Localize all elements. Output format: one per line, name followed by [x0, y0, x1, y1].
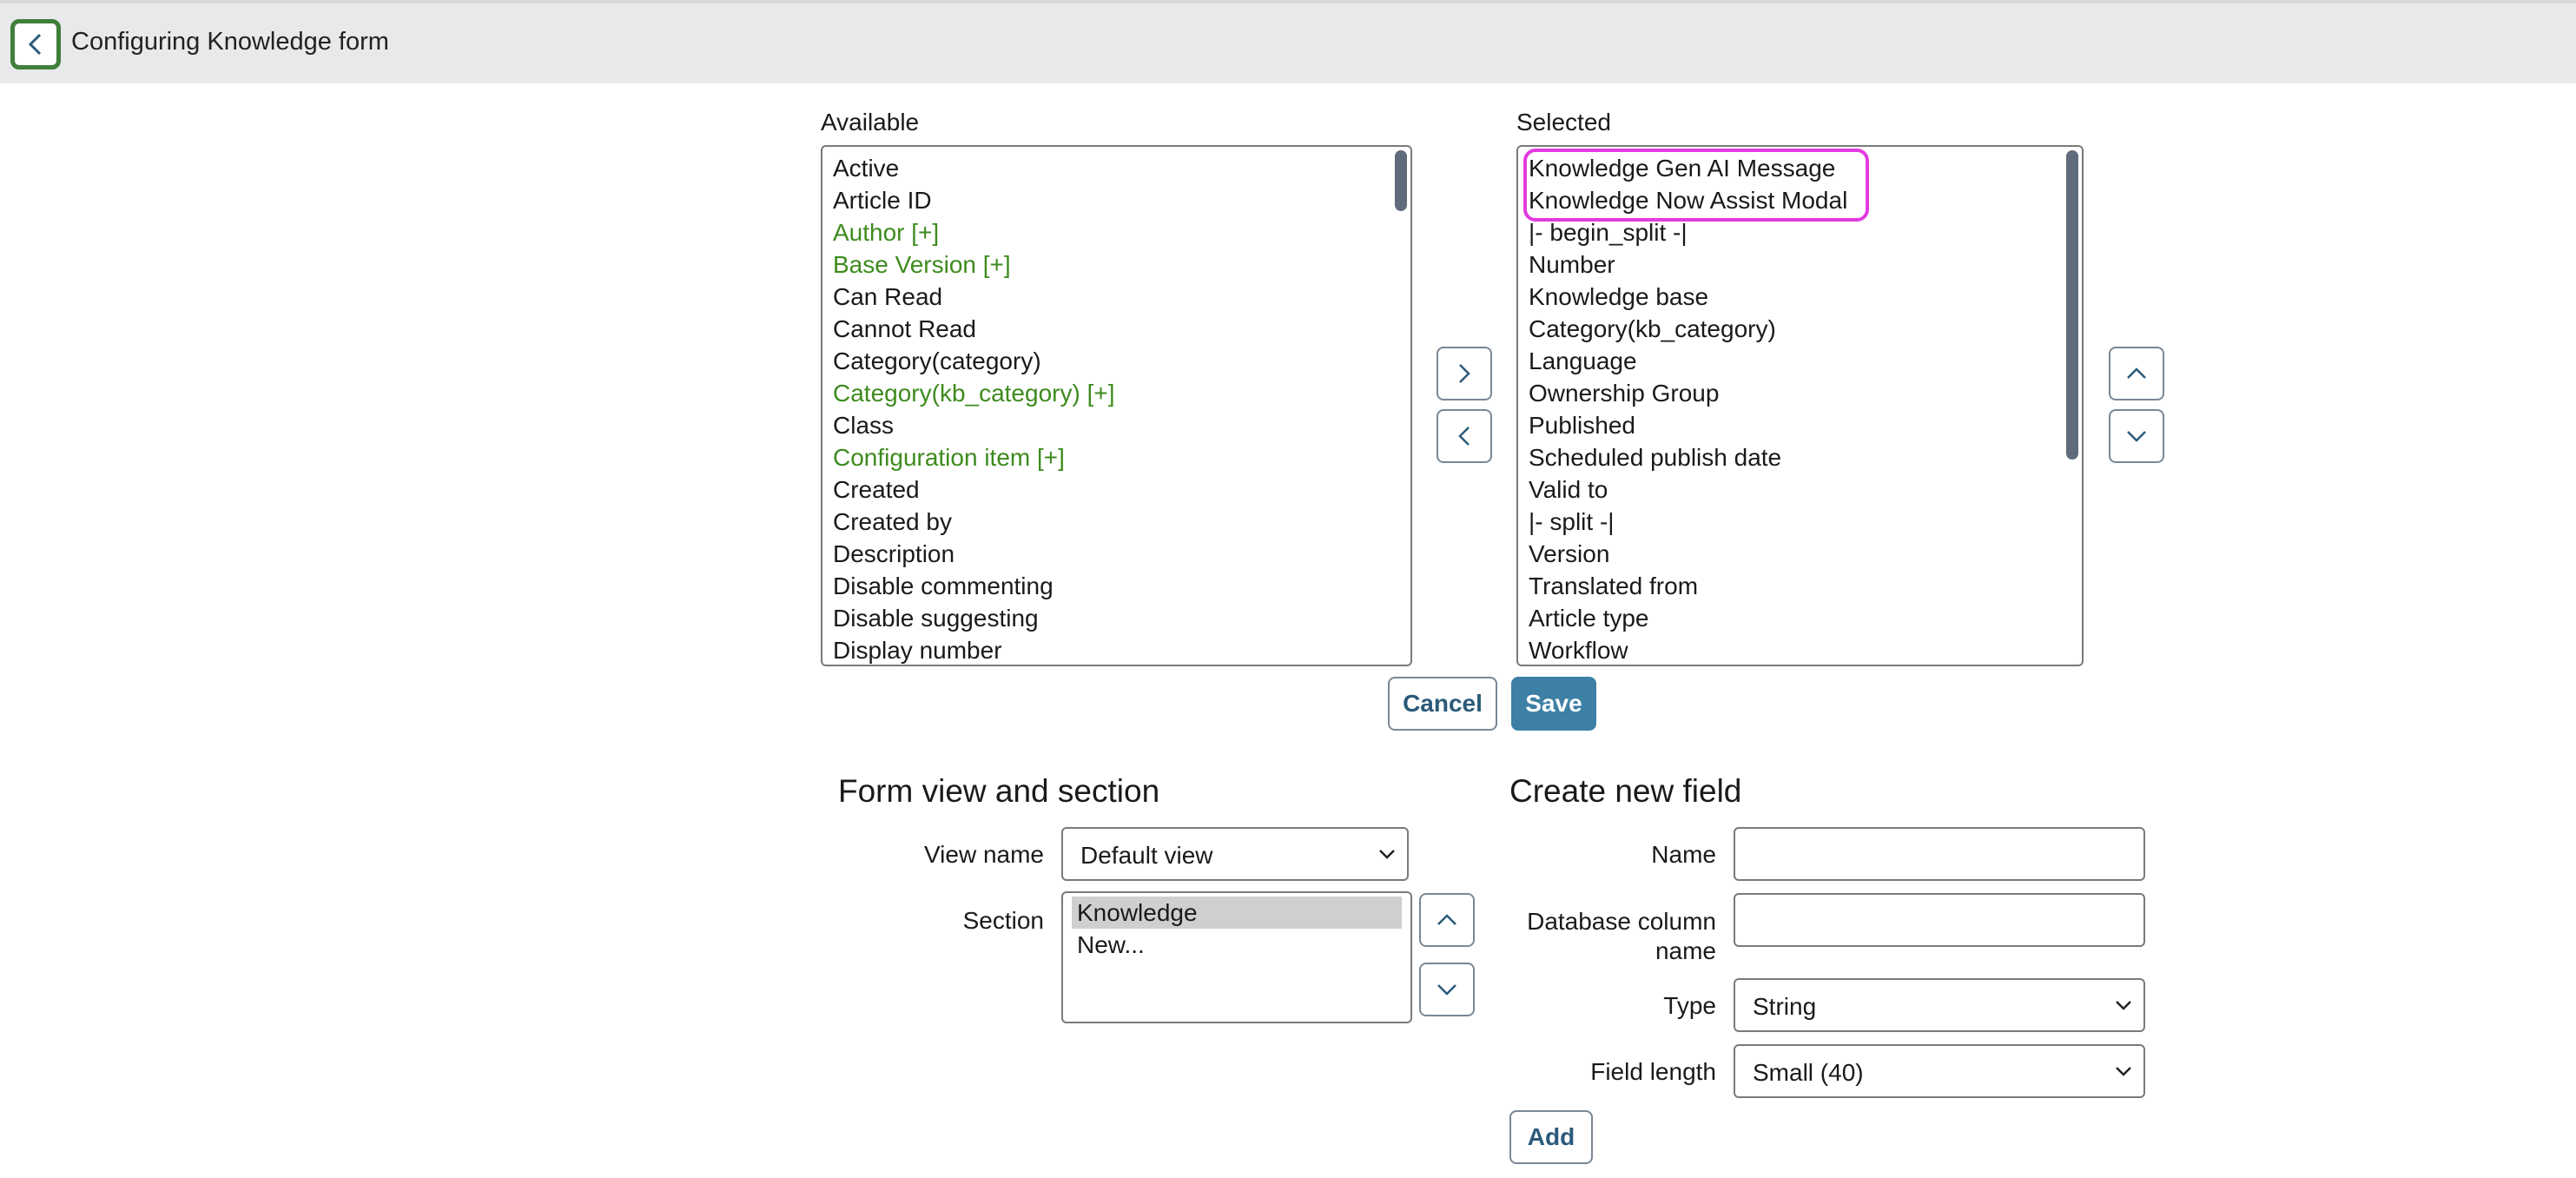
- chevron-down-icon: [2127, 431, 2146, 442]
- add-to-selected-button[interactable]: [1437, 347, 1492, 400]
- chevron-down-icon: [2116, 1067, 2131, 1076]
- db-column-input[interactable]: [1734, 893, 2145, 947]
- field-length-label: Field length: [1590, 1058, 1716, 1085]
- field-length-value: Small (40): [1753, 1059, 1864, 1086]
- selected-list-item[interactable]: Category(kb_category): [1529, 313, 2056, 345]
- view-name-label: View name: [923, 841, 1044, 868]
- selected-list-item[interactable]: |- begin_split -|: [1529, 216, 2056, 248]
- selected-list-item[interactable]: Knowledge Gen AI Message: [1529, 152, 2056, 184]
- view-name-select[interactable]: Default view: [1061, 827, 1409, 881]
- top-bar: Configuring Knowledge form: [0, 0, 2576, 83]
- add-field-button[interactable]: Add: [1509, 1110, 1593, 1164]
- available-list-item[interactable]: Disable commenting: [833, 570, 1384, 602]
- available-list-item[interactable]: Class: [833, 409, 1384, 441]
- section-label: Section: [962, 907, 1044, 934]
- selected-list-item[interactable]: Scheduled publish date: [1529, 441, 2056, 473]
- available-list-item[interactable]: Active: [833, 152, 1384, 184]
- section-item-knowledge[interactable]: Knowledge: [1072, 897, 1402, 929]
- available-list-item[interactable]: Description: [833, 538, 1384, 570]
- selected-list-item[interactable]: Number: [1529, 248, 2056, 281]
- chevron-down-icon: [2116, 1001, 2131, 1010]
- name-input[interactable]: [1734, 827, 2145, 881]
- available-list-item[interactable]: Category(kb_category) [+]: [833, 377, 1384, 409]
- selected-list-item[interactable]: Knowledge Now Assist Modal: [1529, 184, 2056, 216]
- selected-list-item[interactable]: Translated from: [1529, 570, 2056, 602]
- selected-list-item[interactable]: Knowledge base: [1529, 281, 2056, 313]
- save-button[interactable]: Save: [1511, 677, 1596, 731]
- available-list-item[interactable]: Cannot Read: [833, 313, 1384, 345]
- available-scrollbar[interactable]: [1395, 150, 1407, 661]
- selected-scrollbar[interactable]: [2066, 150, 2078, 661]
- type-value: String: [1753, 993, 1817, 1020]
- selected-list-item[interactable]: Valid to: [1529, 473, 2056, 506]
- selected-list-item[interactable]: Article type: [1529, 602, 2056, 634]
- chevron-up-icon: [2127, 367, 2146, 379]
- move-up-button[interactable]: [2109, 347, 2164, 400]
- available-list-item[interactable]: Created by: [833, 506, 1384, 538]
- available-list-item[interactable]: Created: [833, 473, 1384, 506]
- chevron-up-icon: [1437, 914, 1456, 925]
- chevron-right-icon: [1459, 364, 1470, 383]
- selected-list-item[interactable]: Version: [1529, 538, 2056, 570]
- section-move-down-button[interactable]: [1419, 963, 1475, 1016]
- name-label: Name: [1651, 841, 1716, 868]
- section-items: Knowledge New...: [1072, 897, 1402, 961]
- selected-list[interactable]: Knowledge Gen AI Message Knowledge Now As…: [1516, 145, 2084, 666]
- chevron-left-icon: [28, 33, 42, 56]
- available-scroll-thumb[interactable]: [1395, 150, 1407, 211]
- page-title: Configuring Knowledge form: [71, 28, 389, 56]
- selected-label: Selected: [1516, 109, 1611, 136]
- selected-list-item[interactable]: Ownership Group: [1529, 377, 2056, 409]
- available-list-item[interactable]: Category(category): [833, 345, 1384, 377]
- remove-from-selected-button[interactable]: [1437, 409, 1492, 463]
- form-view-heading: Form view and section: [838, 773, 1160, 809]
- back-button[interactable]: [10, 19, 61, 69]
- available-list-item[interactable]: Article ID: [833, 184, 1384, 216]
- available-list-item[interactable]: Author [+]: [833, 216, 1384, 248]
- selected-scroll-thumb[interactable]: [2066, 150, 2078, 460]
- available-list[interactable]: Active Article ID Author [+] Base Version […: [821, 145, 1412, 666]
- field-length-select[interactable]: Small (40): [1734, 1044, 2145, 1098]
- view-name-value: Default view: [1080, 842, 1213, 869]
- selected-items: Knowledge Gen AI Message Knowledge Now As…: [1529, 152, 2056, 665]
- type-select[interactable]: String: [1734, 978, 2145, 1032]
- available-list-item[interactable]: Display number: [833, 634, 1384, 665]
- selected-list-item[interactable]: Language: [1529, 345, 2056, 377]
- section-item-new[interactable]: New...: [1072, 929, 1402, 961]
- available-label: Available: [821, 109, 920, 136]
- chevron-left-icon: [1458, 427, 1470, 446]
- selected-list-item[interactable]: Published: [1529, 409, 2056, 441]
- available-list-item[interactable]: Can Read: [833, 281, 1384, 313]
- available-list-item[interactable]: Base Version [+]: [833, 248, 1384, 281]
- selected-list-item[interactable]: Workflow: [1529, 634, 2056, 665]
- move-down-button[interactable]: [2109, 409, 2164, 463]
- type-label: Type: [1663, 992, 1716, 1019]
- available-list-item[interactable]: Disable suggesting: [833, 602, 1384, 634]
- selected-list-item[interactable]: |- split -|: [1529, 506, 2056, 538]
- available-items: Active Article ID Author [+] Base Version […: [833, 152, 1384, 665]
- chevron-down-icon: [1379, 850, 1395, 859]
- available-list-item[interactable]: Configuration item [+]: [833, 441, 1384, 473]
- section-list[interactable]: Knowledge New...: [1061, 891, 1412, 1023]
- db-column-label-line2: name: [1655, 937, 1716, 964]
- section-move-up-button[interactable]: [1419, 893, 1475, 947]
- create-field-heading: Create new field: [1509, 773, 1742, 809]
- db-column-label-line1: Database column: [1527, 908, 1716, 935]
- cancel-button[interactable]: Cancel: [1388, 677, 1497, 731]
- chevron-down-icon: [1437, 984, 1456, 996]
- db-column-label: Database column name: [1511, 907, 1716, 966]
